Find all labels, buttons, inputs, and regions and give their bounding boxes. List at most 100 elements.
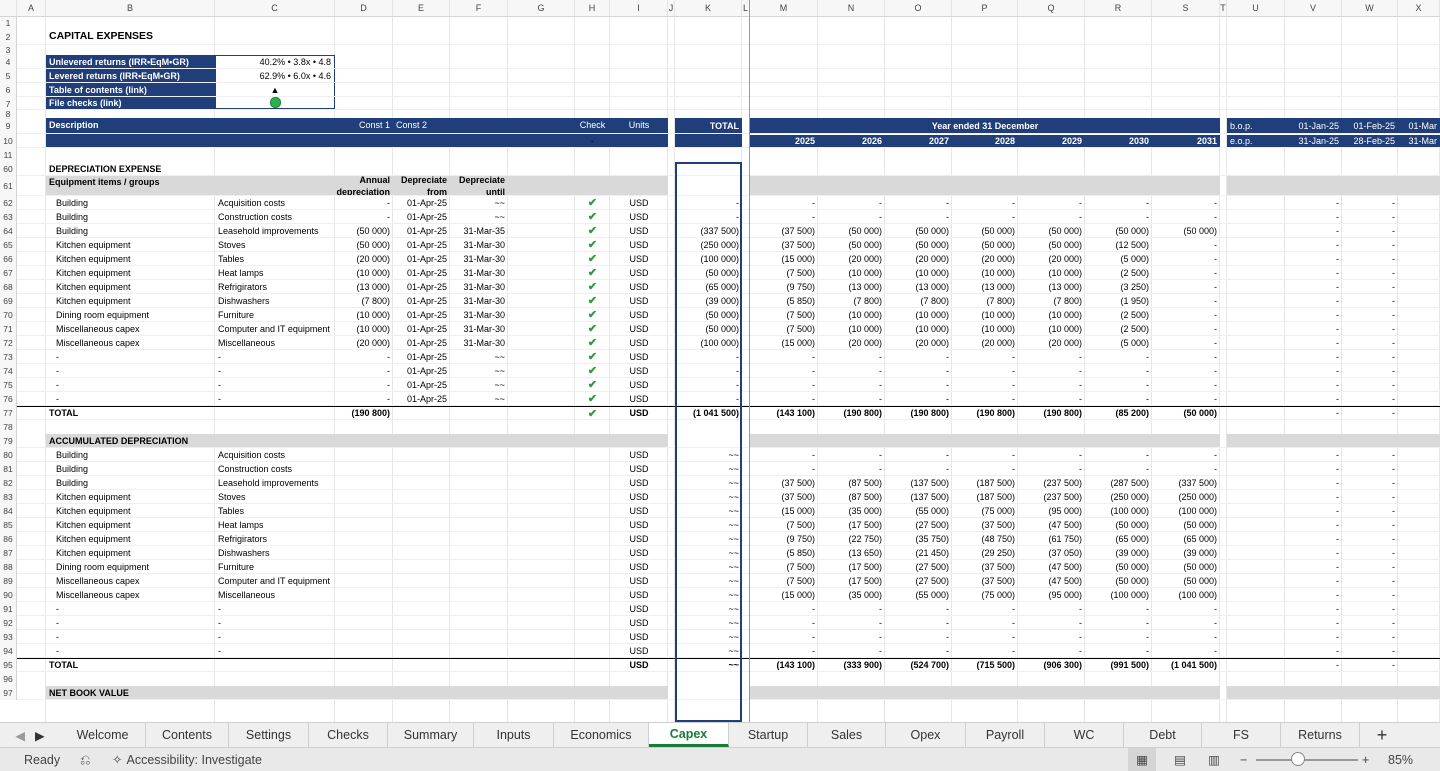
year-value-2028[interactable]: (715 500) [952, 659, 1018, 671]
month-value[interactable]: - [1285, 504, 1342, 517]
row-header-3[interactable]: 3 [0, 45, 17, 55]
year-value-2025[interactable]: - [750, 210, 818, 223]
row-total[interactable]: ~~ [675, 560, 742, 573]
month-value[interactable]: - [1285, 336, 1342, 349]
item-name[interactable]: Tables [215, 252, 335, 265]
month-value[interactable]: - [1285, 210, 1342, 223]
select-all-corner[interactable] [0, 0, 17, 17]
year-value-2029[interactable]: - [1018, 602, 1085, 615]
depreciate-from[interactable]: 01-Apr-25 [393, 238, 450, 251]
year-value-2028[interactable]: - [952, 630, 1018, 643]
year-value-2027[interactable]: (27 500) [885, 574, 952, 587]
month-value[interactable]: - [1342, 224, 1398, 237]
row-header-2[interactable]: 2 [0, 28, 17, 45]
row-header-89[interactable]: 89 [0, 574, 17, 588]
row-header-9[interactable]: 9 [0, 118, 17, 134]
depreciate-from[interactable]: 01-Apr-25 [393, 322, 450, 335]
month-value[interactable]: - [1342, 630, 1398, 643]
year-value-2030[interactable]: (2 500) [1085, 266, 1152, 279]
year-value-2031[interactable]: (337 500) [1152, 476, 1220, 489]
year-value-2031[interactable]: - [1152, 196, 1220, 209]
year-value-2031[interactable]: - [1152, 630, 1220, 643]
tab-scroll-controls[interactable]: ◀ ▶ [0, 723, 60, 747]
depreciate-from[interactable]: 01-Apr-25 [393, 196, 450, 209]
row-header-63[interactable]: 63 [0, 210, 17, 224]
row-header-5[interactable]: 5 [0, 69, 17, 83]
year-value-2029[interactable]: (47 500) [1018, 574, 1085, 587]
year-value-2029[interactable]: (13 000) [1018, 280, 1085, 293]
units[interactable]: USD [610, 588, 668, 601]
item-name[interactable]: - [215, 350, 335, 363]
tab-opex[interactable]: Opex [886, 723, 966, 747]
year-value-2031[interactable]: - [1152, 322, 1220, 335]
accessibility-status[interactable]: ✧ Accessibility: Investigate [112, 748, 262, 771]
year-value-2026[interactable]: - [818, 630, 885, 643]
year-value-2030[interactable]: - [1085, 616, 1152, 629]
year-value-2028[interactable]: (20 000) [952, 252, 1018, 265]
month-value[interactable]: - [1285, 490, 1342, 503]
units[interactable]: USD [610, 407, 668, 419]
year-value-2030[interactable]: (50 000) [1085, 574, 1152, 587]
month-value[interactable]: - [1342, 407, 1398, 419]
units[interactable]: USD [610, 448, 668, 461]
year-value-2030[interactable]: - [1085, 196, 1152, 209]
units[interactable]: USD [610, 546, 668, 559]
year-value-2029[interactable]: - [1018, 210, 1085, 223]
depreciate-until[interactable]: 31-Mar-30 [450, 336, 508, 349]
item-name[interactable]: Miscellaneous [215, 588, 335, 601]
units[interactable]: USD [610, 462, 668, 475]
column-header-h[interactable]: H [575, 0, 610, 17]
year-value-2026[interactable]: (13 000) [818, 280, 885, 293]
year-value-2029[interactable]: (47 500) [1018, 560, 1085, 573]
month-value[interactable]: - [1342, 280, 1398, 293]
year-value-2031[interactable]: (50 000) [1152, 518, 1220, 531]
units[interactable]: USD [610, 280, 668, 293]
year-value-2031[interactable]: (39 000) [1152, 546, 1220, 559]
row-total[interactable]: ~~ [675, 448, 742, 461]
row-total[interactable]: ~~ [675, 518, 742, 531]
year-value-2028[interactable]: (10 000) [952, 308, 1018, 321]
year-value-2025[interactable]: (37 500) [750, 490, 818, 503]
item-group[interactable]: Kitchen equipment [46, 532, 215, 545]
column-header-u[interactable]: U [1227, 0, 1285, 17]
year-value-2028[interactable]: - [952, 350, 1018, 363]
toc-link[interactable]: ▲ [215, 83, 335, 96]
units[interactable]: USD [610, 532, 668, 545]
depreciate-until[interactable]: ~~ [450, 350, 508, 363]
year-value-2026[interactable]: (13 650) [818, 546, 885, 559]
depreciate-from[interactable]: 01-Apr-25 [393, 210, 450, 223]
year-value-2026[interactable]: (87 500) [818, 490, 885, 503]
annual-depreciation[interactable]: (10 000) [335, 308, 393, 321]
item-name[interactable]: Heat lamps [215, 518, 335, 531]
row-header-6[interactable]: 6 [0, 83, 17, 97]
month-value[interactable]: - [1342, 574, 1398, 587]
tab-checks[interactable]: Checks [309, 723, 388, 747]
year-value-2025[interactable]: - [750, 392, 818, 405]
row-total[interactable]: (50 000) [675, 266, 742, 279]
zoom-level[interactable]: 85% [1388, 748, 1413, 771]
year-value-2030[interactable]: - [1085, 378, 1152, 391]
year-value-2025[interactable]: - [750, 448, 818, 461]
column-header-d[interactable]: D [335, 0, 393, 17]
item-group[interactable]: - [46, 392, 215, 405]
year-value-2026[interactable]: - [818, 378, 885, 391]
row-header-91[interactable]: 91 [0, 602, 17, 616]
year-value-2031[interactable]: - [1152, 294, 1220, 307]
annual-depreciation[interactable]: (13 000) [335, 280, 393, 293]
year-value-2025[interactable]: - [750, 644, 818, 657]
row-total[interactable]: ~~ [675, 574, 742, 587]
units[interactable]: USD [610, 518, 668, 531]
year-value-2029[interactable]: (37 050) [1018, 546, 1085, 559]
year-value-2026[interactable]: (35 000) [818, 588, 885, 601]
item-group[interactable]: Building [46, 448, 215, 461]
column-header-q[interactable]: Q [1018, 0, 1085, 17]
normal-view-icon[interactable]: ▦ [1128, 748, 1156, 771]
row-total[interactable]: ~~ [675, 462, 742, 475]
month-value[interactable]: - [1342, 560, 1398, 573]
year-value-2029[interactable]: (10 000) [1018, 322, 1085, 335]
row-total[interactable]: ~~ [675, 532, 742, 545]
item-name[interactable]: Computer and IT equipment [215, 322, 335, 335]
year-value-2027[interactable]: (27 500) [885, 560, 952, 573]
year-value-2025[interactable]: (5 850) [750, 546, 818, 559]
row-total[interactable]: (50 000) [675, 322, 742, 335]
